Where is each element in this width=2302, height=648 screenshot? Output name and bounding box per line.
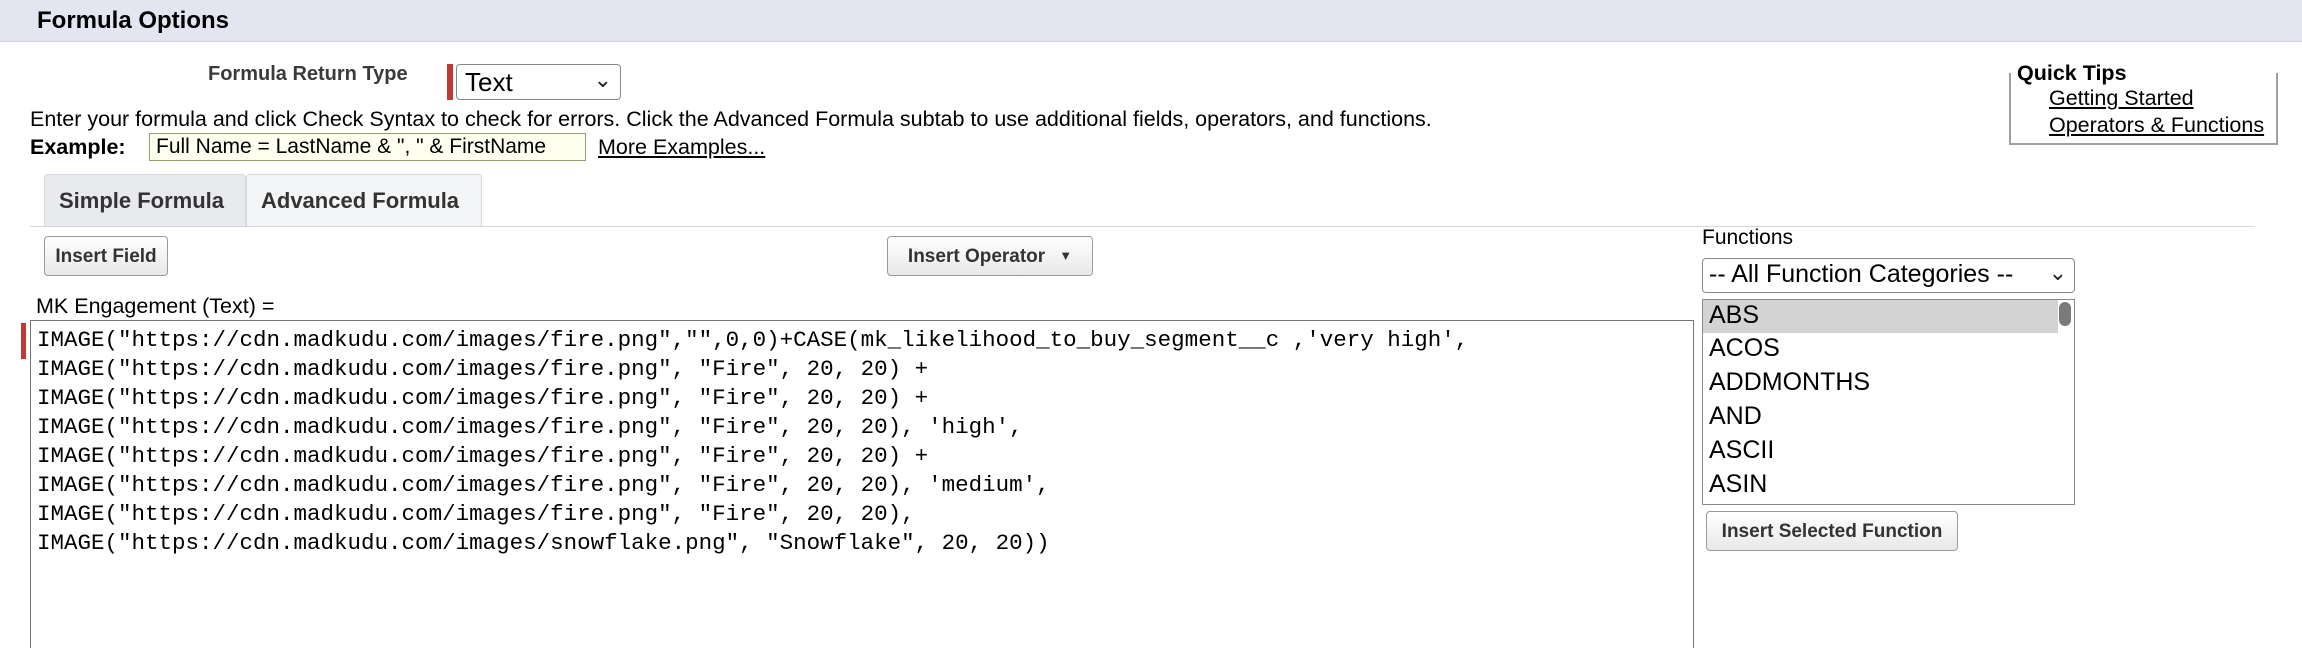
section-title: Formula Options bbox=[37, 7, 229, 34]
formula-line: IMAGE("https://cdn.madkudu.com/images/fi… bbox=[37, 356, 929, 382]
insert-field-label: Insert Field bbox=[55, 246, 157, 267]
dropdown-arrow-icon: ▼ bbox=[1059, 248, 1073, 263]
insert-operator-label: Insert Operator bbox=[907, 246, 1046, 267]
function-item-addmonths[interactable]: ADDMONTHS bbox=[1703, 367, 2058, 400]
function-category-value: -- All Function Categories -- bbox=[1709, 260, 2014, 288]
function-item-asin[interactable]: ASIN bbox=[1703, 469, 2058, 502]
formula-field-label: MK Engagement (Text) = bbox=[36, 294, 275, 318]
return-type-label: Formula Return Type bbox=[208, 63, 408, 85]
formula-line: IMAGE("https://cdn.madkudu.com/images/fi… bbox=[37, 472, 1050, 498]
example-label: Example: bbox=[30, 135, 126, 159]
return-type-value: Text bbox=[465, 67, 513, 97]
insert-operator-button[interactable]: Insert Operator ▼ bbox=[887, 236, 1093, 276]
function-item-acos[interactable]: ACOS bbox=[1703, 333, 2058, 366]
formula-line: IMAGE("https://cdn.madkudu.com/images/fi… bbox=[37, 414, 1023, 440]
required-marker bbox=[21, 323, 26, 359]
formula-editor[interactable]: IMAGE("https://cdn.madkudu.com/images/fi… bbox=[30, 320, 1694, 648]
insert-selected-function-label: Insert Selected Function bbox=[1721, 521, 1943, 542]
required-marker bbox=[447, 64, 453, 100]
function-item-and[interactable]: AND bbox=[1703, 401, 2058, 434]
quick-tips-box: Quick Tips Getting Started Operators & F… bbox=[2009, 61, 2278, 145]
formula-line: IMAGE("https://cdn.madkudu.com/images/fi… bbox=[37, 501, 915, 527]
formula-line: IMAGE("https://cdn.madkudu.com/images/fi… bbox=[37, 385, 929, 411]
tab-advanced-formula[interactable]: Advanced Formula bbox=[246, 174, 482, 226]
formula-line: IMAGE("https://cdn.madkudu.com/images/fi… bbox=[37, 443, 929, 469]
functions-list[interactable]: ABS ACOS ADDMONTHS AND ASCII ASIN bbox=[1702, 299, 2075, 505]
scrollbar-thumb[interactable] bbox=[2059, 302, 2071, 326]
functions-label: Functions bbox=[1702, 226, 1794, 249]
formula-line: IMAGE("https://cdn.madkudu.com/images/fi… bbox=[37, 327, 1469, 353]
return-type-select[interactable]: Text ⌄ bbox=[456, 64, 621, 100]
instructions-text: Enter your formula and click Check Synta… bbox=[30, 107, 1432, 131]
chevron-down-icon: ⌄ bbox=[593, 67, 612, 92]
tab-divider bbox=[30, 226, 2255, 227]
tab-simple-formula[interactable]: Simple Formula bbox=[44, 174, 246, 226]
insert-field-button[interactable]: Insert Field bbox=[44, 236, 168, 276]
example-formula: Full Name = LastName & ", " & FirstName bbox=[149, 133, 586, 161]
function-category-select[interactable]: -- All Function Categories -- ⌄ bbox=[1702, 258, 2075, 293]
formula-line: IMAGE("https://cdn.madkudu.com/images/sn… bbox=[37, 530, 1050, 556]
function-item-abs[interactable]: ABS bbox=[1703, 300, 2058, 333]
chevron-down-icon: ⌄ bbox=[2046, 260, 2067, 286]
operators-functions-link[interactable]: Operators & Functions bbox=[2049, 113, 2264, 138]
insert-selected-function-button[interactable]: Insert Selected Function bbox=[1706, 511, 1958, 551]
function-item-ascii[interactable]: ASCII bbox=[1703, 435, 2058, 468]
quick-tips-title: Quick Tips bbox=[2015, 61, 2129, 86]
more-examples-link[interactable]: More Examples... bbox=[598, 135, 765, 160]
getting-started-link[interactable]: Getting Started bbox=[2049, 86, 2194, 111]
section-header: Formula Options bbox=[0, 0, 2302, 42]
